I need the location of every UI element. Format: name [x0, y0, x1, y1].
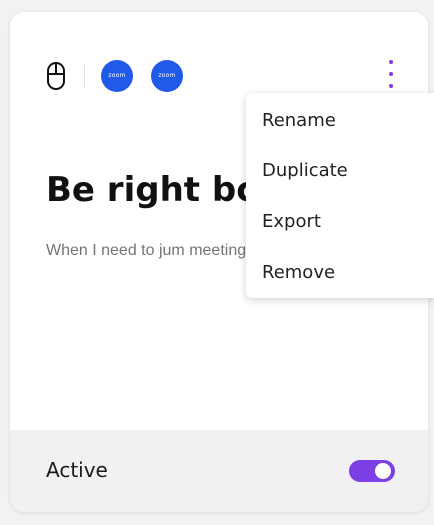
mouse-icon [47, 62, 65, 90]
context-menu: Rename Duplicate Export Remove [246, 93, 434, 298]
active-label: Active [46, 458, 108, 482]
menu-item-export[interactable]: Export [262, 211, 321, 232]
more-dot [389, 60, 393, 64]
card-footer: Active [10, 430, 428, 512]
card-title: Be right bc [46, 170, 257, 210]
card-header: zoom zoom [46, 56, 201, 96]
zoom-app-icon: zoom [151, 60, 183, 92]
zoom-app-icon: zoom [101, 60, 133, 92]
more-dot [389, 84, 393, 88]
header-divider [84, 63, 85, 89]
menu-item-remove[interactable]: Remove [262, 262, 335, 283]
zoom-app-icon-label: zoom [108, 72, 126, 79]
toggle-knob [375, 463, 391, 479]
more-vertical-icon[interactable] [388, 60, 394, 88]
active-toggle[interactable] [349, 460, 395, 482]
more-dot [389, 72, 393, 76]
zoom-app-icon-label: zoom [158, 72, 176, 79]
menu-item-rename[interactable]: Rename [262, 110, 336, 131]
menu-item-duplicate[interactable]: Duplicate [262, 160, 348, 181]
